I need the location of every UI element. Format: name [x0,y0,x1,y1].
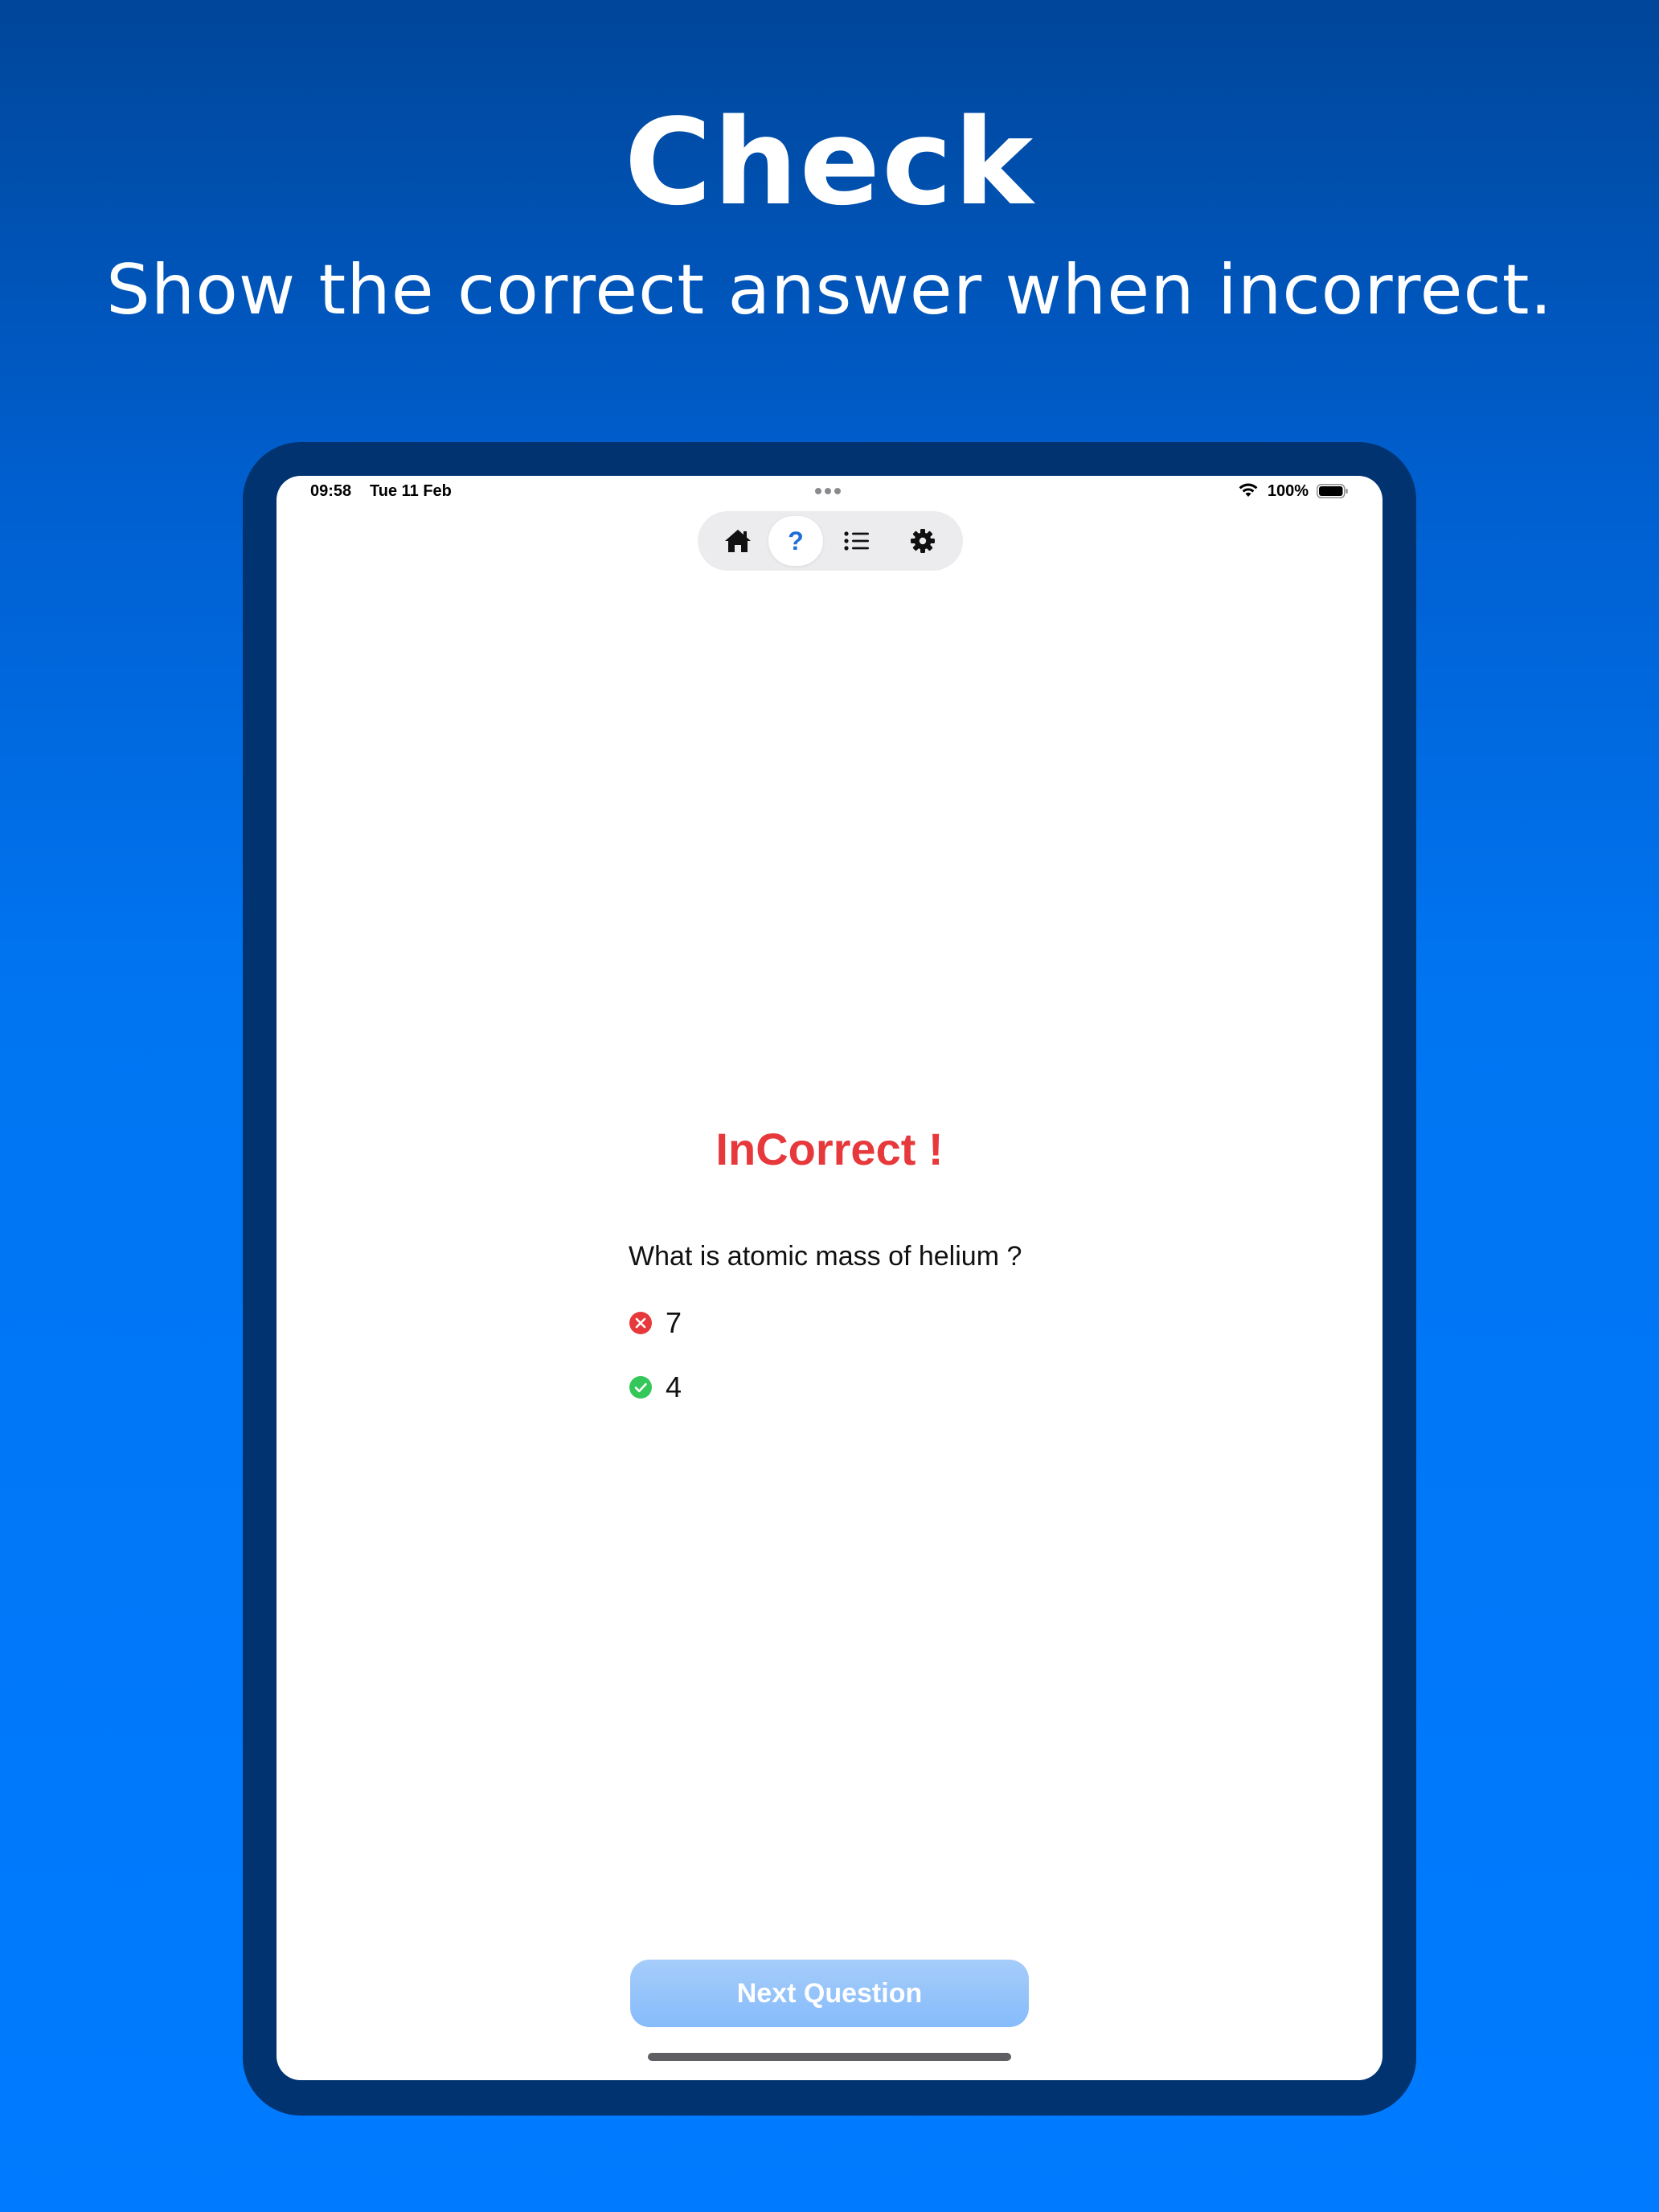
list-icon [844,531,869,551]
check-circle-icon [629,1376,652,1399]
question-icon: ? [788,526,804,555]
tab-bar: ? [698,511,963,571]
answer-row-correct: 4 [629,1371,682,1403]
tab-list[interactable] [830,516,884,566]
tablet-screen: 09:58 Tue 11 Feb 100% ? InCorrect ! What… [276,476,1382,2080]
x-circle-icon [629,1312,652,1334]
promo-headline: Check [624,93,1035,231]
wifi-icon [1239,483,1258,497]
tab-home[interactable] [711,516,765,566]
home-icon [725,530,751,552]
battery-percentage: 100% [1267,482,1309,500]
answer-row-incorrect: 7 [629,1307,682,1339]
multitasking-dots-icon[interactable] [815,481,844,497]
promo-subline: Show the correct answer when incorrect. [106,250,1553,330]
answer-value: 7 [666,1306,682,1339]
tab-settings[interactable] [895,516,950,566]
result-title: InCorrect ! [715,1124,944,1174]
next-question-button[interactable]: Next Question [630,1960,1029,2027]
status-date: Tue 11 Feb [370,482,452,500]
answer-value: 4 [666,1370,682,1403]
gear-icon [911,529,935,553]
tablet-frame: 09:58 Tue 11 Feb 100% ? InCorrect ! What… [243,442,1416,2116]
home-indicator[interactable] [648,2053,1011,2061]
battery-icon [1317,484,1348,498]
tab-quiz[interactable]: ? [768,516,823,566]
status-bar: 09:58 Tue 11 Feb 100% [276,476,1382,508]
status-time: 09:58 [310,482,352,500]
question-text: What is atomic mass of helium ? [629,1241,1022,1272]
